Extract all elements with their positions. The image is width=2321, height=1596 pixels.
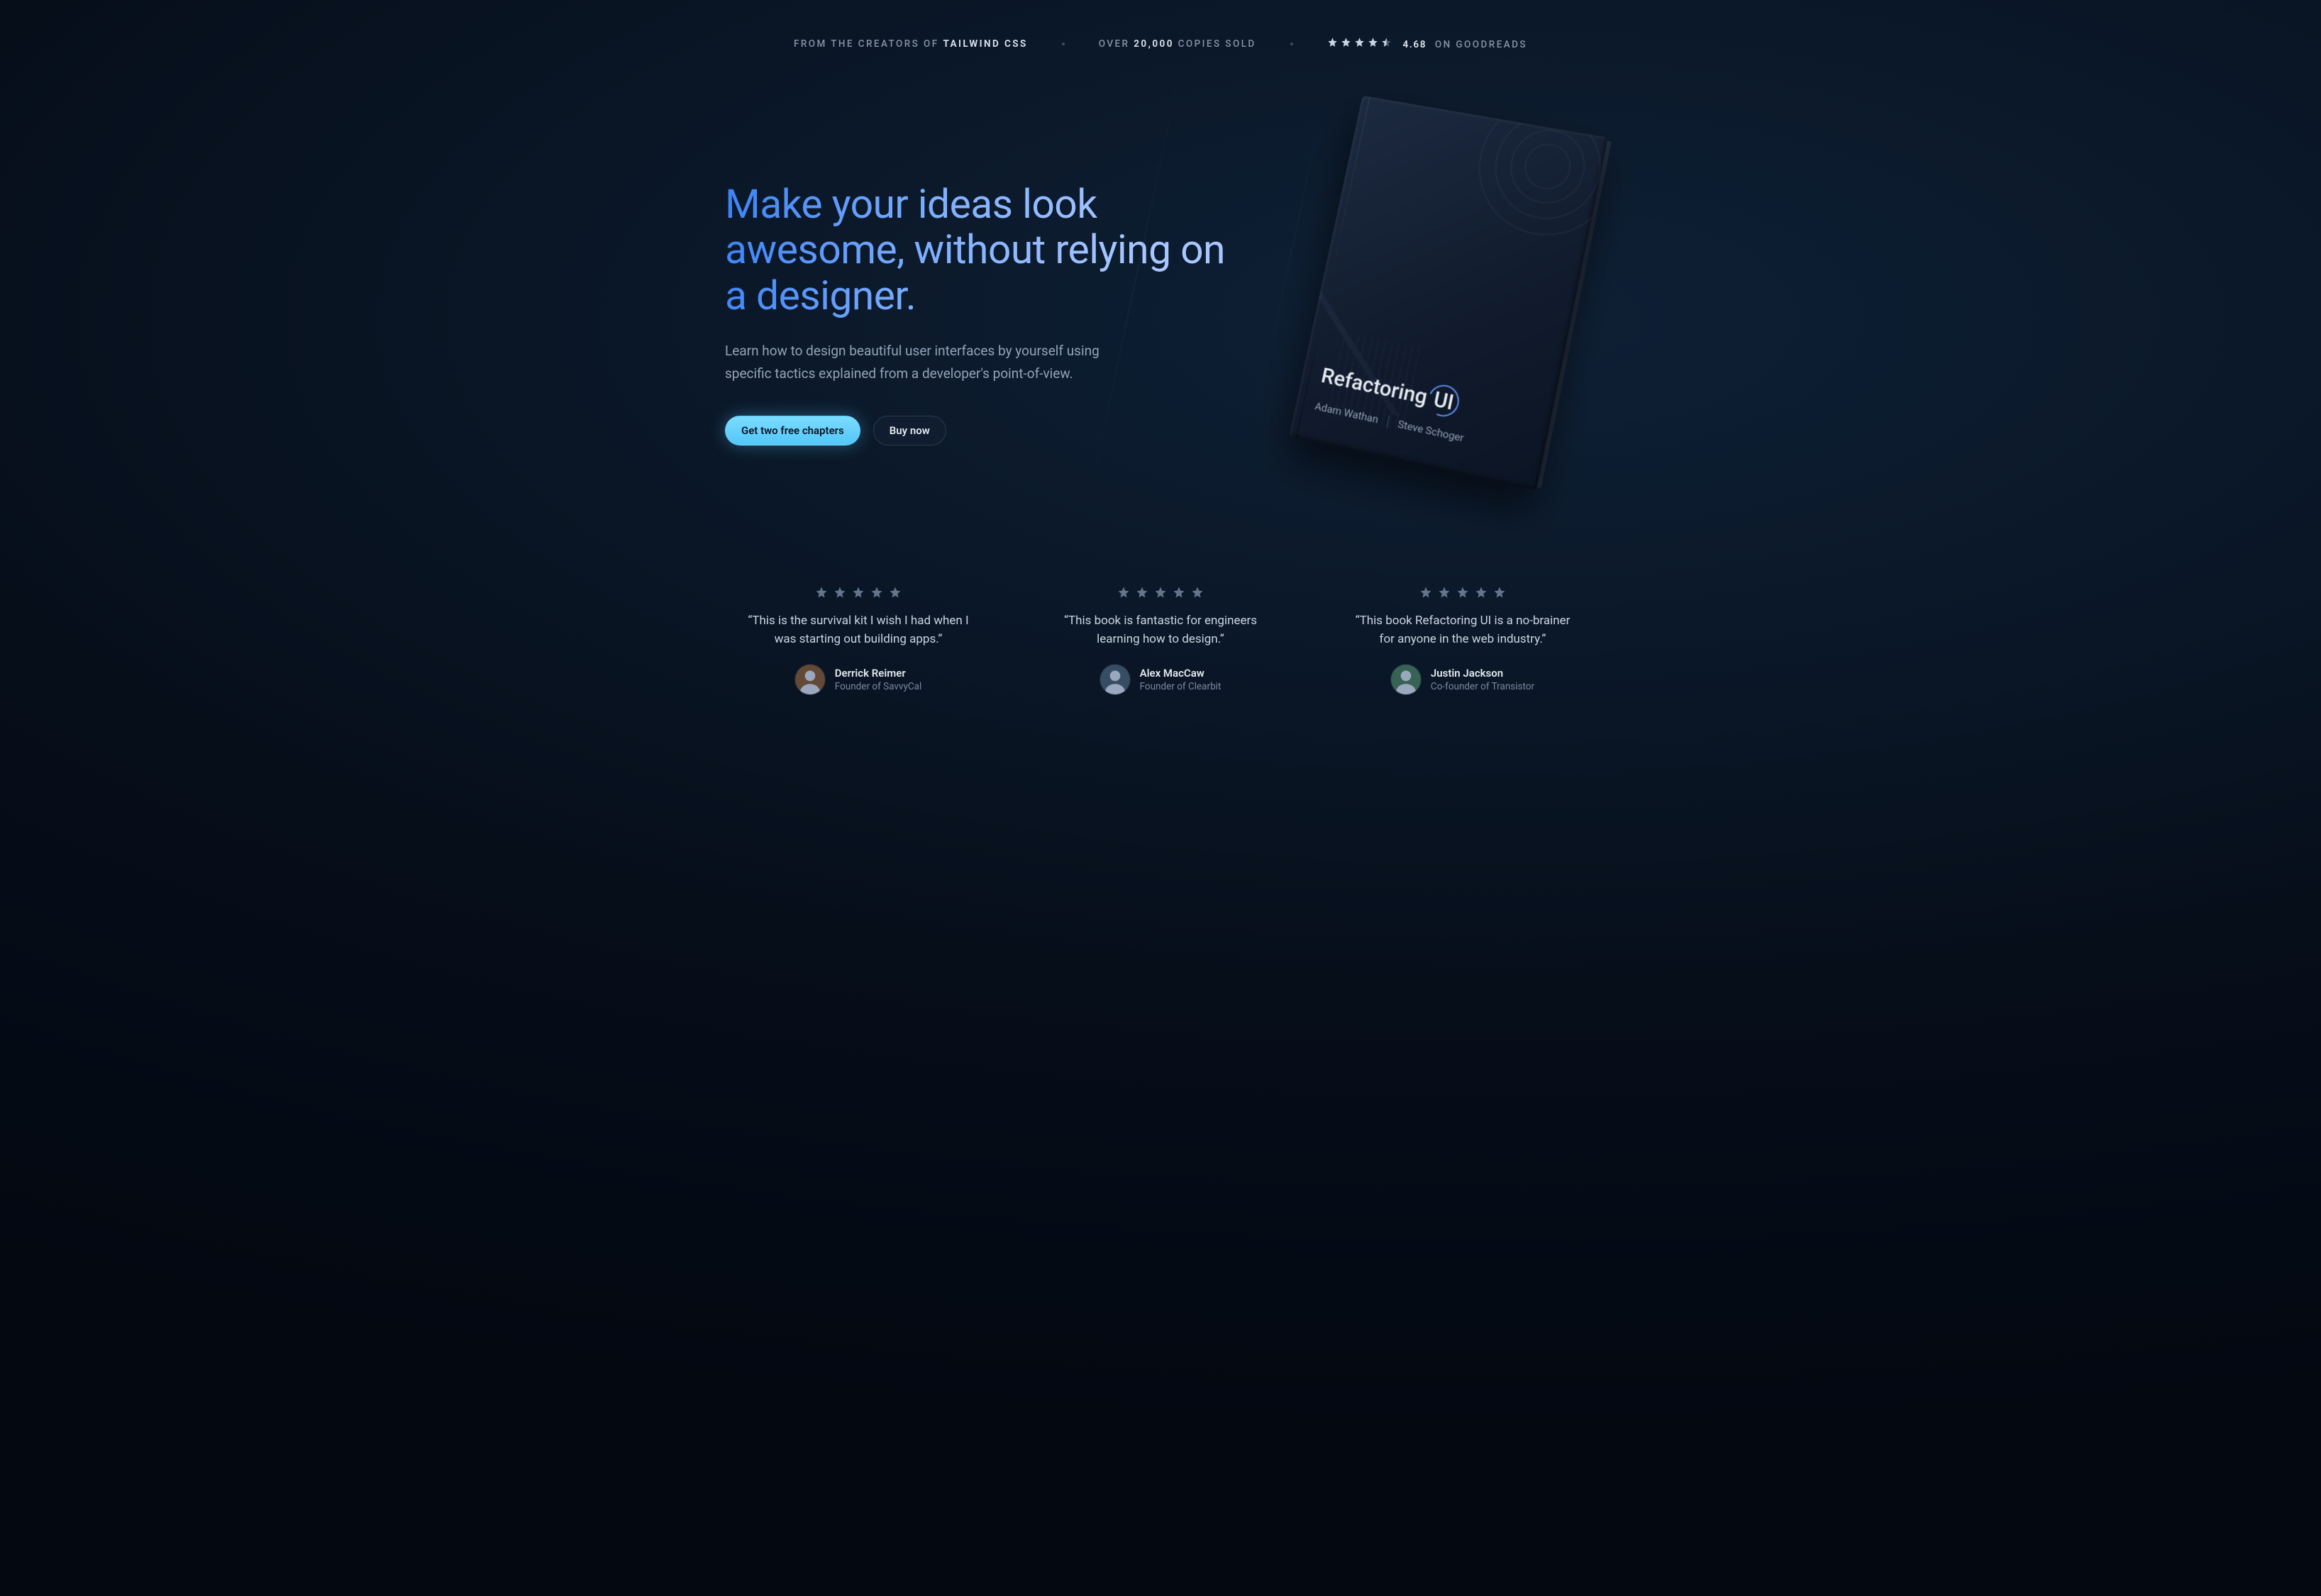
rating-suffix: on Goodreads (1431, 39, 1527, 50)
avatar (1391, 665, 1421, 694)
book-author-2: Steve Schoger (1397, 418, 1465, 445)
star-icon (1136, 586, 1148, 599)
author-divider-icon (1386, 416, 1390, 428)
book-title-word-2: UI (1431, 387, 1456, 415)
avatar (1100, 665, 1130, 694)
top-info-bar: From the creators of Tailwind CSS Over 2… (725, 0, 1596, 50)
goodreads-rating: 4.68 on Goodreads (1327, 37, 1527, 50)
star-icon (1475, 586, 1488, 599)
star-icon (1419, 586, 1432, 599)
book-title-circle-icon: UI (1424, 381, 1463, 421)
hero-subhead: Learn how to design beautiful user inter… (725, 340, 1122, 384)
star-icon (870, 586, 883, 599)
testimonial-card: “This book is fantastic for engineers le… (1027, 586, 1294, 694)
copies-number: 20,000 (1134, 38, 1174, 50)
hero-headline: Make your ideas look awesome, without re… (725, 182, 1236, 318)
testimonial-quote: “This book is fantastic for engineers le… (1047, 611, 1274, 649)
testimonial-person: Derrick ReimerFounder of SavvyCal (725, 665, 992, 694)
star-icon (1341, 37, 1351, 48)
separator-dot-icon (1290, 43, 1293, 45)
testimonial-quote: “This is the survival kit I wish I had w… (745, 611, 972, 649)
person-icon (1100, 665, 1130, 694)
buy-now-button[interactable]: Buy now (873, 416, 946, 445)
book-cover-art (1289, 96, 1607, 491)
testimonial-person: Alex MacCawFounder of Clearbit (1027, 665, 1294, 694)
person-icon (1391, 665, 1421, 694)
star-icon (1368, 37, 1378, 48)
testimonial-stars (725, 586, 992, 599)
star-icon (833, 586, 846, 599)
testimonial-role: Founder of Clearbit (1140, 681, 1222, 692)
testimonials-section: “This is the survival kit I wish I had w… (725, 586, 1596, 737)
copies-prefix: Over (1099, 38, 1134, 50)
star-icon (815, 586, 828, 599)
star-icon (1191, 586, 1204, 599)
testimonial-role: Co-founder of Transistor (1431, 681, 1534, 692)
star-icon (1381, 37, 1392, 48)
testimonial-name: Alex MacCaw (1140, 667, 1222, 680)
avatar (795, 665, 825, 694)
star-icon (889, 586, 902, 599)
get-free-chapters-button[interactable]: Get two free chapters (725, 416, 860, 445)
creators-line: From the creators of Tailwind CSS (794, 38, 1028, 50)
star-icon (1438, 586, 1451, 599)
star-icon (1456, 586, 1469, 599)
testimonial-person: Justin JacksonCo-founder of Transistor (1329, 665, 1596, 694)
book-preview: Refactoring UI Adam Wathan Steve Schoger (1319, 111, 1575, 465)
testimonial-name: Justin Jackson (1431, 667, 1534, 680)
person-icon (795, 665, 825, 694)
testimonial-role: Founder of SavvyCal (835, 681, 922, 692)
star-icon (1173, 586, 1185, 599)
star-icon (852, 586, 865, 599)
star-icon (1493, 586, 1506, 599)
testimonial-stars (1027, 586, 1294, 599)
creators-brand: Tailwind CSS (943, 38, 1027, 50)
copies-sold-line: Over 20,000 copies sold (1099, 38, 1256, 50)
creators-prefix: From the creators of (794, 38, 943, 50)
star-icon (1117, 586, 1130, 599)
testimonial-card: “This is the survival kit I wish I had w… (725, 586, 992, 694)
separator-dot-icon (1062, 43, 1065, 45)
star-icon (1154, 586, 1167, 599)
rating-value: 4.68 (1402, 39, 1427, 50)
testimonial-stars (1329, 586, 1596, 599)
testimonial-name: Derrick Reimer (835, 667, 922, 680)
copies-suffix: copies sold (1174, 38, 1256, 50)
star-icon (1354, 37, 1365, 48)
testimonial-card: “This book Refactoring UI is a no-braine… (1329, 586, 1596, 694)
testimonial-quote: “This book Refactoring UI is a no-braine… (1349, 611, 1576, 649)
